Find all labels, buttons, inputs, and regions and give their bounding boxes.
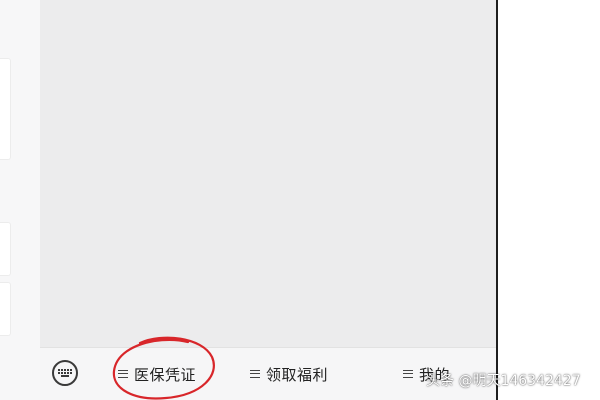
chat-message-area[interactable] [40,0,496,347]
watermark: 头条 @明天146342427 [426,373,581,389]
menu-lines-icon [403,370,413,378]
menu-item-claim-benefits[interactable]: 领取福利 [250,362,328,386]
screen-divider [496,0,498,400]
menu-item-label: 医保凭证 [134,365,197,384]
menu-lines-icon [118,370,128,378]
keyboard-icon [58,369,72,377]
screenshot-canvas: 医保凭证 领取福利 我的 头条 @明天146342427 [0,0,600,400]
side-card [0,282,11,336]
keyboard-toggle-button[interactable] [52,360,78,386]
menu-item-label: 领取福利 [266,365,329,384]
menu-lines-icon [250,370,260,378]
chat-screen: 医保凭证 领取福利 我的 [40,0,496,400]
side-card [0,222,11,276]
previous-screen-strip [0,0,40,400]
menu-item-medical-insurance-voucher[interactable]: 医保凭证 [118,362,196,386]
side-card [0,58,11,160]
